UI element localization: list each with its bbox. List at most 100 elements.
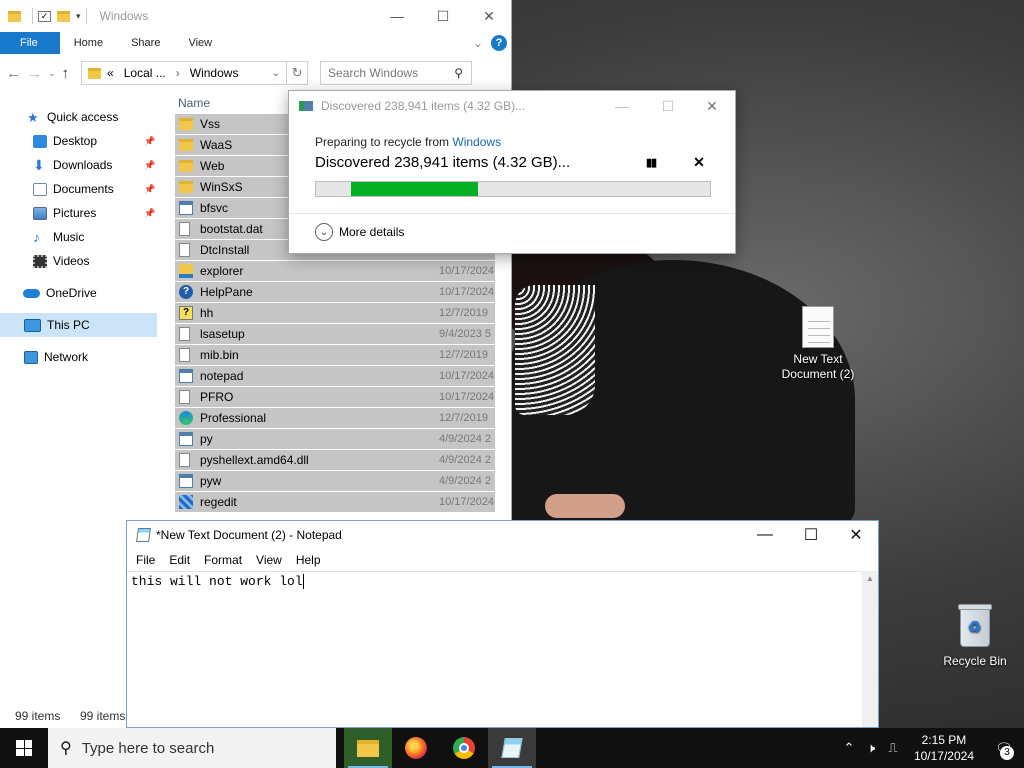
network-icon[interactable]: ⎍	[882, 740, 904, 756]
pause-button[interactable]: ▮▮	[641, 156, 661, 169]
taskbar-chrome[interactable]	[440, 728, 488, 768]
show-hidden-icons-chevron-icon[interactable]: ⌃	[838, 740, 860, 756]
file-row[interactable]: ? HelpPane 10/17/2024	[175, 282, 495, 303]
notepad-window: *New Text Document (2) - Notepad — ☐ ✕ F…	[126, 520, 879, 728]
file-row[interactable]: py 4/9/2024 2	[175, 429, 495, 450]
navigation-pane: ★ Quick access Desktop 📌 ⬇ Downloads 📌 D…	[0, 105, 160, 369]
recycle-source-line: Preparing to recycle from Windows	[315, 135, 709, 149]
action-center-button[interactable]: 🗨 3	[984, 728, 1024, 768]
file-row[interactable]: notepad 10/17/2024	[175, 366, 495, 387]
maximize-button[interactable]: ☐	[788, 521, 834, 549]
notepad-content: this will not work lol	[131, 574, 303, 589]
up-arrow-icon[interactable]: ↑	[62, 65, 70, 82]
menu-view[interactable]: View	[249, 553, 289, 567]
file-row[interactable]: ? hh 12/7/2019	[175, 303, 495, 324]
source-folder-link[interactable]: Windows	[452, 135, 501, 149]
properties-icon[interactable]: ✓	[38, 10, 51, 22]
menu-file[interactable]: File	[129, 553, 162, 567]
file-row[interactable]: pyshellext.amd64.dll 4/9/2024 2	[175, 450, 495, 471]
new-folder-icon[interactable]	[57, 10, 70, 22]
selected-count: 99 items	[80, 709, 126, 723]
nav-item-network[interactable]: Network	[0, 345, 160, 369]
file-date: 10/17/2024	[439, 391, 495, 403]
file-row[interactable]: PFRO 10/17/2024	[175, 387, 495, 408]
taskbar-firefox[interactable]	[392, 728, 440, 768]
help-icon[interactable]: ?	[491, 35, 507, 51]
tab-file[interactable]: File	[0, 32, 60, 54]
recycle-bin-icon: ♻	[957, 604, 993, 648]
tab-share[interactable]: Share	[117, 32, 174, 54]
refresh-button[interactable]: ↻	[286, 61, 309, 85]
pin-icon[interactable]: 📌	[144, 184, 155, 195]
folder-icon	[88, 67, 102, 79]
file-name: Professional	[200, 411, 267, 425]
search-input[interactable]: Search Windows ⚲	[320, 61, 473, 85]
chrome-icon	[453, 737, 475, 759]
nav-item-documents[interactable]: Documents 📌	[0, 177, 160, 201]
file-row[interactable]: regedit 10/17/2024	[175, 492, 495, 513]
recent-locations-icon[interactable]: ⌄	[48, 68, 56, 79]
minimize-button[interactable]: —	[742, 521, 788, 549]
close-button[interactable]: ✕	[466, 0, 512, 32]
application-icon	[179, 432, 193, 446]
scroll-up-icon[interactable]: ▲	[862, 571, 878, 583]
nav-item-this-pc[interactable]: This PC	[0, 313, 157, 337]
speaker-muted-icon[interactable]: 🕨	[860, 740, 882, 756]
back-arrow-icon[interactable]: ←	[6, 65, 21, 82]
taskbar-notepad[interactable]	[488, 728, 536, 768]
tab-view[interactable]: View	[174, 32, 226, 54]
nav-item-desktop[interactable]: Desktop 📌	[0, 129, 160, 153]
nav-label: Music	[53, 230, 85, 244]
more-details-button[interactable]: ⌄ More details	[315, 223, 404, 241]
cancel-button[interactable]: ✕	[691, 154, 707, 171]
file-row[interactable]: lsasetup 9/4/2023 5	[175, 324, 495, 345]
vertical-scrollbar[interactable]: ▲	[862, 571, 878, 727]
forward-arrow-icon[interactable]: →	[27, 65, 42, 82]
clock[interactable]: 2:15 PM 10/17/2024	[904, 732, 984, 764]
notepad-text-area[interactable]: this will not work lol	[127, 571, 864, 727]
file-date: 10/17/2024	[439, 370, 495, 382]
file-row[interactable]: Professional 12/7/2019	[175, 408, 495, 429]
pin-icon[interactable]: 📌	[144, 136, 155, 147]
menu-edit[interactable]: Edit	[162, 553, 197, 567]
start-button[interactable]	[0, 728, 48, 768]
taskbar-file-explorer[interactable]	[344, 728, 392, 768]
file-row[interactable]: explorer 10/17/2024	[175, 261, 495, 282]
expand-ribbon-icon[interactable]: ⌄	[473, 36, 483, 50]
recycle-source-prefix: Preparing to recycle from	[315, 135, 453, 149]
minimize-button[interactable]: —	[599, 91, 645, 121]
address-dropdown-icon[interactable]: ⌄	[265, 68, 286, 79]
breadcrumb-local-disk[interactable]: Local ...	[124, 66, 166, 80]
nav-item-pictures[interactable]: Pictures 📌	[0, 201, 160, 225]
menu-format[interactable]: Format	[197, 553, 249, 567]
nav-label: Videos	[53, 254, 90, 268]
taskbar-search-box[interactable]: ⚲ Type here to search	[48, 728, 336, 768]
address-bar[interactable]: « Local ... › Windows ⌄	[81, 61, 288, 85]
desktop-icon-label: Recycle Bin	[943, 654, 1007, 668]
menu-help[interactable]: Help	[289, 553, 328, 567]
customize-quick-access-icon[interactable]: ▾	[76, 11, 81, 22]
file-name: pyw	[200, 474, 222, 488]
folder-icon	[8, 10, 21, 22]
file-row[interactable]: pyw 4/9/2024 2	[175, 471, 495, 492]
nav-item-downloads[interactable]: ⬇ Downloads 📌	[0, 153, 160, 177]
pin-icon[interactable]: 📌	[144, 160, 155, 171]
tab-home[interactable]: Home	[60, 32, 117, 54]
clock-date: 10/17/2024	[913, 749, 974, 763]
text-caret	[302, 574, 304, 590]
nav-item-music[interactable]: ♪ Music	[0, 225, 160, 249]
maximize-button[interactable]: ☐	[420, 0, 466, 32]
nav-item-onedrive[interactable]: OneDrive	[0, 281, 160, 305]
nav-item-videos[interactable]: Videos	[0, 249, 160, 273]
file-name: mib.bin	[200, 348, 239, 362]
nav-item-quick-access[interactable]: ★ Quick access	[0, 105, 160, 129]
file-name: HelpPane	[200, 285, 253, 299]
desktop-icon-recycle-bin[interactable]: ♻ Recycle Bin	[933, 604, 1017, 669]
minimize-button[interactable]: —	[374, 0, 420, 32]
pin-icon[interactable]: 📌	[144, 208, 155, 219]
close-button[interactable]: ✕	[833, 521, 879, 549]
close-button[interactable]: ✕	[689, 91, 735, 121]
desktop-icon-text-document[interactable]: New Text Document (2)	[776, 306, 860, 382]
file-row[interactable]: mib.bin 12/7/2019	[175, 345, 495, 366]
breadcrumb-windows[interactable]: Windows	[190, 66, 239, 80]
